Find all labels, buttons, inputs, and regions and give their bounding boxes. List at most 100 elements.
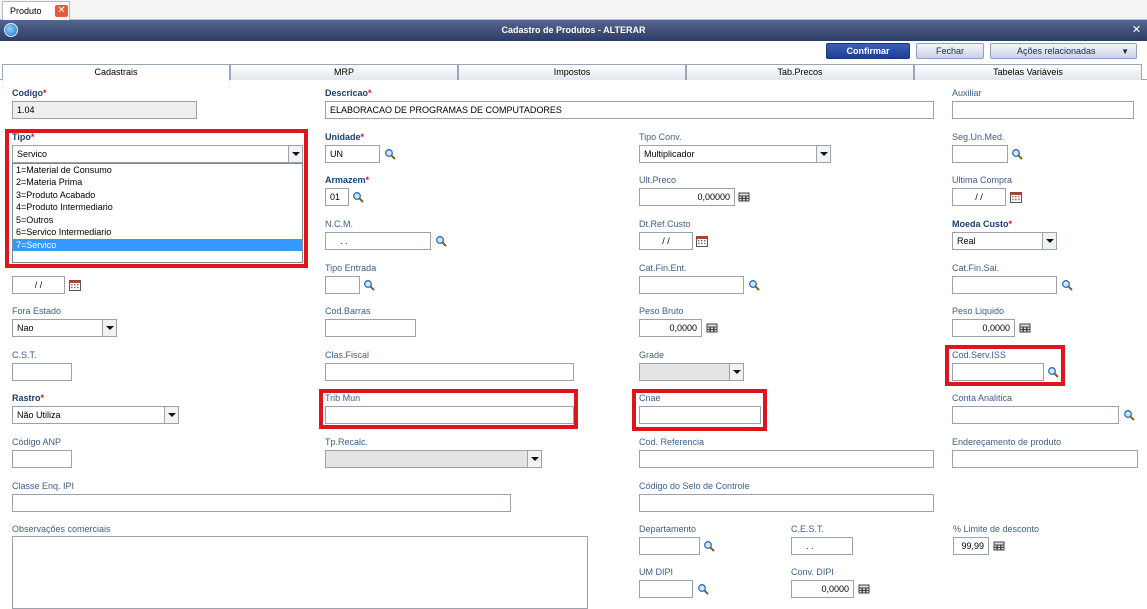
tipo-conv-label: Tipo Conv. (639, 132, 682, 142)
cat-fin-ent-field[interactable] (639, 276, 744, 294)
lookup-icon[interactable] (703, 540, 715, 552)
confirm-button[interactable]: Confirmar (826, 43, 910, 59)
departamento-field[interactable] (639, 537, 700, 555)
auxiliar-field[interactable] (952, 101, 1134, 119)
seg-un-med-field[interactable] (952, 145, 1008, 163)
tipo-option[interactable]: 2=Materia Prima (13, 176, 302, 188)
calculator-icon[interactable] (1019, 322, 1031, 334)
peso-bruto-field[interactable]: 0,0000 (639, 319, 702, 337)
classe-enq-ipi-label: Classe Enq. IPI (12, 481, 75, 491)
codigo-anp-label: Código ANP (12, 437, 62, 447)
chevron-down-icon[interactable] (288, 146, 302, 162)
ult-calc-custo-field[interactable]: / / (12, 276, 65, 294)
grade-select[interactable] (639, 363, 744, 381)
tipo-entrada-field[interactable] (325, 276, 360, 294)
ultima-compra-field[interactable]: / / (952, 188, 1006, 206)
calendar-icon[interactable] (696, 235, 708, 247)
obs-comerciais-textarea[interactable] (12, 536, 588, 609)
codigo-field[interactable]: 1.04 (12, 101, 197, 119)
tipo-option[interactable]: 7=Servico (13, 239, 302, 251)
cod-serv-iss-field[interactable] (952, 363, 1044, 381)
lookup-icon[interactable] (363, 279, 375, 291)
chevron-down-icon[interactable] (816, 146, 830, 162)
lookup-icon[interactable] (384, 148, 396, 160)
cst-field[interactable] (12, 363, 72, 381)
peso-liquido-field[interactable]: 0,0000 (952, 319, 1015, 337)
calendar-icon[interactable] (69, 279, 81, 291)
unidade-field[interactable]: UN (325, 145, 380, 163)
calculator-icon[interactable] (706, 322, 718, 334)
conta-analitica-field[interactable] (952, 406, 1119, 424)
chevron-down-icon[interactable] (1042, 233, 1056, 249)
tipo-option[interactable]: 3=Produto Acabado (13, 189, 302, 201)
ncm-field[interactable]: . . (325, 232, 431, 250)
armazem-field[interactable]: 01 (325, 188, 349, 206)
tab-tab-precos[interactable]: Tab.Precos (686, 64, 914, 80)
clas-fiscal-field[interactable] (325, 363, 574, 381)
codigo-selo-field[interactable] (639, 494, 934, 512)
tab-tabelas-variaveis[interactable]: Tabelas Variáveis (914, 64, 1142, 80)
cnae-field[interactable] (639, 406, 761, 424)
cnae-label: Cnae (639, 393, 661, 403)
fora-estado-select[interactable]: Nao (12, 319, 117, 337)
close-window-icon[interactable]: ✕ (1130, 24, 1143, 37)
lookup-icon[interactable] (1123, 409, 1135, 421)
lookup-icon[interactable] (697, 583, 709, 595)
chevron-down-icon[interactable] (102, 320, 116, 336)
rastro-select[interactable]: Não Utiliza (12, 406, 179, 424)
limite-desconto-field[interactable]: 99,99 (953, 537, 989, 555)
document-tab-produto[interactable]: Produto ✕ (2, 1, 70, 20)
um-dipi-field[interactable] (639, 580, 693, 598)
tipo-option[interactable]: 1=Material de Consumo (13, 164, 302, 176)
um-dipi-label: UM DIPI (639, 567, 674, 577)
close-tab-icon[interactable]: ✕ (55, 5, 68, 17)
tab-mrp[interactable]: MRP (230, 64, 458, 80)
calculator-icon[interactable] (993, 540, 1005, 552)
tipo-select[interactable]: Servico (12, 145, 303, 163)
tab-impostos[interactable]: Impostos (458, 64, 686, 80)
classe-enq-ipi-field[interactable] (12, 494, 511, 512)
cod-referencia-field[interactable] (639, 450, 934, 468)
calendar-icon[interactable] (1010, 191, 1022, 203)
lookup-icon[interactable] (1047, 366, 1059, 378)
lookup-icon[interactable] (352, 191, 364, 203)
codigo-anp-field[interactable] (12, 450, 72, 468)
cat-fin-sai-field[interactable] (952, 276, 1057, 294)
ult-preco-field[interactable]: 0,00000 (639, 188, 735, 206)
codigo-label: Codigo* (12, 88, 47, 98)
limite-desconto-label: % Limite de desconto (953, 524, 1040, 534)
departamento-label: Departamento (639, 524, 697, 534)
armazem-label: Armazem* (325, 175, 369, 185)
chevron-down-icon[interactable] (164, 407, 178, 423)
chevron-down-icon[interactable] (527, 451, 541, 467)
chevron-down-icon[interactable] (729, 364, 743, 380)
descricao-field[interactable]: ELABORACAO DE PROGRAMAS DE COMPUTADORES (325, 101, 934, 119)
moeda-custo-select[interactable]: Real (952, 232, 1057, 250)
enderecamento-field[interactable] (952, 450, 1138, 468)
conv-dipi-field[interactable]: 0,0000 (791, 580, 854, 598)
lookup-icon[interactable] (1061, 279, 1073, 291)
tp-recalc-select[interactable] (325, 450, 542, 468)
tipo-conv-select[interactable]: Multiplicador (639, 145, 831, 163)
descricao-label-text: Descricao (325, 88, 369, 98)
tab-cadastrais[interactable]: Cadastrais (2, 64, 230, 81)
tipo-option[interactable]: 6=Servico Intermediario (13, 226, 302, 238)
cest-field[interactable]: . . (791, 537, 853, 555)
tipo-option[interactable]: 4=Produto Intermediario (13, 201, 302, 213)
close-button[interactable]: Fechar (916, 43, 984, 59)
chevron-down-icon: ▼ (1121, 47, 1129, 56)
lookup-icon[interactable] (435, 235, 447, 247)
document-tab-label: Produto (10, 6, 42, 16)
dt-ref-custo-field[interactable]: / / (639, 232, 693, 250)
cst-label: C.S.T. (12, 350, 37, 360)
lookup-icon[interactable] (1011, 148, 1023, 160)
trib-mun-field[interactable] (325, 406, 574, 424)
tipo-option[interactable]: 5=Outros (13, 214, 302, 226)
calculator-icon[interactable] (858, 583, 870, 595)
lookup-icon[interactable] (748, 279, 760, 291)
fora-estado-label: Fora Estado (12, 306, 62, 316)
related-actions-button[interactable]: Ações relacionadas ▼ (990, 43, 1137, 59)
calculator-icon[interactable] (738, 191, 750, 203)
grade-label: Grade (639, 350, 665, 360)
cod-barras-field[interactable] (325, 319, 416, 337)
